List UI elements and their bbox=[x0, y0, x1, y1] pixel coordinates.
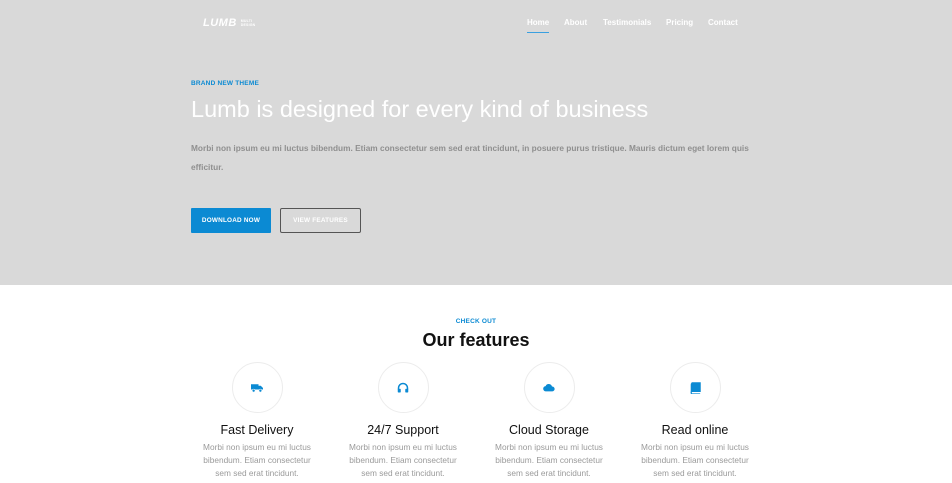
nav-item-home[interactable]: Home bbox=[527, 18, 550, 33]
feature-text: Morbi non ipsum eu mi luctus bibendum. E… bbox=[203, 442, 311, 478]
feature-icon-circle bbox=[669, 362, 721, 413]
hero-title: Lumb is designed for every kind of busin… bbox=[191, 96, 649, 122]
main-nav: Home About Testimonials Pricing Contact bbox=[0, 18, 952, 38]
hero-description: Morbi non ipsum eu mi luctus bibendum. E… bbox=[191, 143, 749, 172]
nav-item-testimonials[interactable]: Testimonials bbox=[603, 18, 651, 27]
feature-title: Cloud Storage bbox=[509, 423, 589, 437]
feature-text: Morbi non ipsum eu mi luctus bibendum. E… bbox=[641, 442, 749, 478]
download-now-button[interactable]: DOWNLOAD NOW bbox=[191, 208, 271, 233]
feature-card-fast-delivery: Fast Delivery Morbi non ipsum eu mi luct… bbox=[187, 362, 327, 480]
feature-title: Read online bbox=[661, 423, 729, 437]
headset-icon bbox=[397, 382, 409, 392]
feature-card-support: 24/7 Support Morbi non ipsum eu mi luctu… bbox=[333, 362, 473, 480]
features-eyebrow: CHECK OUT bbox=[455, 318, 497, 325]
hero-eyebrow: BRAND NEW THEME bbox=[191, 80, 259, 87]
nav-item-contact[interactable]: Contact bbox=[708, 18, 738, 27]
nav-item-pricing[interactable]: Pricing bbox=[666, 18, 693, 27]
cloud-icon bbox=[543, 383, 555, 391]
feature-title: 24/7 Support bbox=[367, 423, 439, 437]
view-features-button[interactable]: VIEW FEATURES bbox=[280, 208, 361, 233]
feature-icon-circle bbox=[523, 362, 575, 413]
feature-title: Fast Delivery bbox=[220, 423, 294, 437]
feature-icon-circle bbox=[377, 362, 429, 413]
feature-card-cloud-storage: Cloud Storage Morbi non ipsum eu mi luct… bbox=[479, 362, 619, 480]
features-title: Our features bbox=[422, 330, 530, 350]
feature-icon-circle bbox=[231, 362, 283, 413]
nav-item-about[interactable]: About bbox=[564, 18, 587, 27]
feature-card-read-online: Read online Morbi non ipsum eu mi luctus… bbox=[625, 362, 765, 480]
truck-icon bbox=[251, 383, 263, 392]
feature-text: Morbi non ipsum eu mi luctus bibendum. E… bbox=[349, 442, 457, 478]
hero-section: LUMB MULTI DESIGN Home About Testimonial… bbox=[0, 0, 952, 285]
feature-text: Morbi non ipsum eu mi luctus bibendum. E… bbox=[495, 442, 603, 478]
book-icon bbox=[690, 381, 701, 394]
